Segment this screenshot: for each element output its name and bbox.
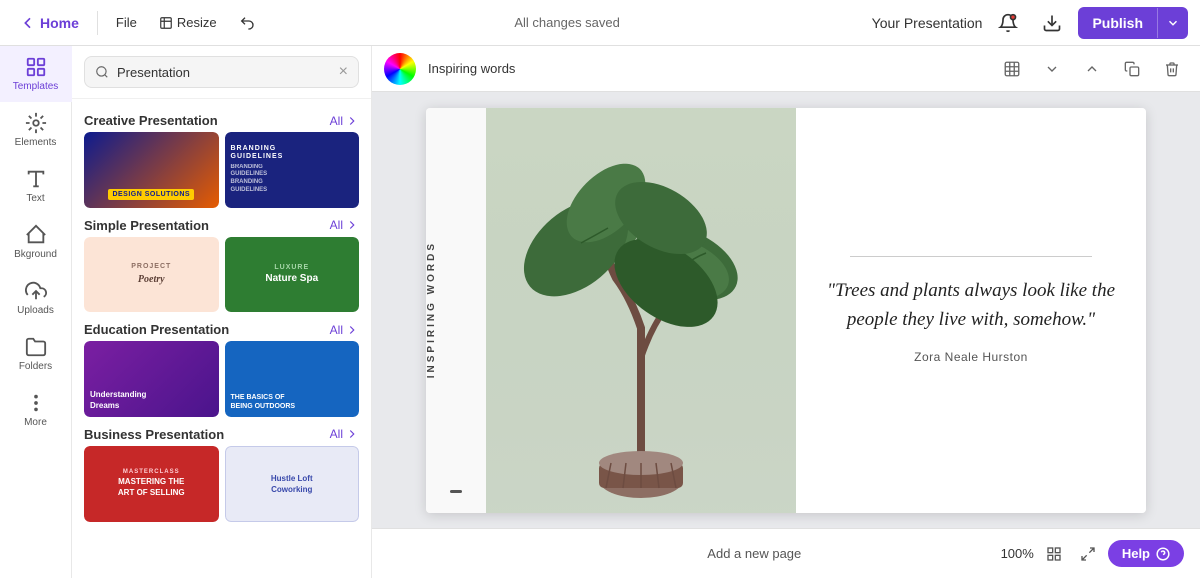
- search-bar: ×: [72, 46, 371, 99]
- search-input[interactable]: [117, 65, 331, 80]
- top-bar: Home File Resize All changes saved Your …: [0, 0, 1200, 46]
- sidebar-item-text[interactable]: Text: [0, 158, 72, 214]
- canvas-stage: Inspiring Words: [372, 92, 1200, 528]
- zoom-level: 100%: [1001, 546, 1034, 561]
- expand-button[interactable]: [1074, 540, 1102, 568]
- vertical-text: Inspiring Words: [426, 241, 437, 378]
- publish-chevron-icon[interactable]: [1157, 8, 1188, 38]
- canvas-area: Inspiring words: [372, 46, 1200, 578]
- template-grid-creative: Design Solutions BRANDINGGUIDELINES BRAN…: [72, 132, 371, 208]
- template-section-education: Education Presentation All Understanding…: [72, 316, 371, 417]
- main-content: Templates Elements Text Bkground: [0, 46, 1200, 578]
- topbar-left: Home File Resize: [12, 11, 263, 35]
- slide-author: Zora Neale Hurston: [914, 350, 1028, 364]
- section-header-business: Business Presentation All: [72, 421, 371, 446]
- templates-panel: × Creative Presentation All Design Solut…: [72, 46, 372, 578]
- section-title-education: Education Presentation: [84, 322, 229, 337]
- section-title-business: Business Presentation: [84, 427, 224, 442]
- sidebar-item-background[interactable]: Bkground: [0, 214, 72, 270]
- templates-scroll: Creative Presentation All Design Solutio…: [72, 99, 371, 578]
- delete-button[interactable]: [1156, 53, 1188, 85]
- publish-label: Publish: [1078, 7, 1157, 39]
- sidebar-item-templates[interactable]: Templates: [0, 46, 72, 102]
- bottom-bar: Add a new page 100% Help: [372, 528, 1200, 578]
- home-button[interactable]: Home: [12, 11, 87, 35]
- add-page-button[interactable]: Add a new page: [508, 546, 1001, 561]
- template-card[interactable]: Hustle LoftCoworking: [225, 446, 360, 522]
- section-all-creative[interactable]: All: [330, 114, 359, 128]
- template-section-creative: Creative Presentation All Design Solutio…: [72, 107, 371, 208]
- template-grid-simple: PROJECT Poetry Luxure Nature Spa: [72, 237, 371, 313]
- template-card[interactable]: THE BASICS OFBEING OUTDOORS: [225, 341, 360, 417]
- section-all-simple[interactable]: All: [330, 218, 359, 232]
- zoom-controls: 100% Help: [1001, 540, 1184, 568]
- help-button[interactable]: Help: [1108, 540, 1184, 567]
- canvas-toolbar: Inspiring words: [372, 46, 1200, 92]
- template-grid-education: UnderstandingDreams THE BASICS OFBEING O…: [72, 341, 371, 417]
- section-all-education[interactable]: All: [330, 323, 359, 337]
- template-card[interactable]: PROJECT Poetry: [84, 237, 219, 313]
- section-title-creative: Creative Presentation: [84, 113, 218, 128]
- search-icon: [95, 65, 109, 79]
- chevron-down-button[interactable]: [1036, 53, 1068, 85]
- topbar-divider: [97, 11, 98, 35]
- section-title-simple: Simple Presentation: [84, 218, 209, 233]
- undo-button[interactable]: [231, 11, 263, 35]
- sidebar-item-folders[interactable]: Folders: [0, 326, 72, 382]
- slide-label: Inspiring words: [428, 61, 988, 76]
- template-card[interactable]: Luxure Nature Spa: [225, 237, 360, 313]
- publish-button[interactable]: Publish: [1078, 7, 1188, 39]
- plant-illustration: [486, 108, 796, 513]
- download-button[interactable]: [1034, 5, 1070, 41]
- template-card[interactable]: MASTERCLASS MASTERING THEART OF SELLING: [84, 446, 219, 522]
- template-grid-business: MASTERCLASS MASTERING THEART OF SELLING …: [72, 446, 371, 522]
- color-swatch[interactable]: [384, 53, 416, 85]
- section-all-business[interactable]: All: [330, 427, 359, 441]
- slide-quote: "Trees and plants always look like the p…: [820, 277, 1122, 334]
- icon-sidebar: Templates Elements Text Bkground: [0, 46, 72, 578]
- slide-middle-image: [486, 108, 796, 513]
- grid-view-button[interactable]: [1040, 540, 1068, 568]
- template-card[interactable]: Design Solutions: [84, 132, 219, 208]
- presentation-title: Your Presentation: [872, 15, 983, 31]
- section-header-simple: Simple Presentation All: [72, 212, 371, 237]
- vertical-text-container: Inspiring Words: [426, 108, 437, 513]
- frame-button[interactable]: [996, 53, 1028, 85]
- template-card[interactable]: UnderstandingDreams: [84, 341, 219, 417]
- topbar-right: Publish: [990, 5, 1188, 41]
- home-label: Home: [40, 15, 79, 31]
- slide-left-bar: [450, 490, 462, 493]
- search-clear-button[interactable]: ×: [339, 63, 348, 81]
- resize-button[interactable]: Resize: [151, 11, 225, 34]
- section-header-education: Education Presentation All: [72, 316, 371, 341]
- sidebar-item-elements[interactable]: Elements: [0, 102, 72, 158]
- slide-decorative-line: [850, 256, 1092, 257]
- chevron-up-button[interactable]: [1076, 53, 1108, 85]
- template-card[interactable]: BRANDINGGUIDELINES BRANDINGGUIDELINESBRA…: [225, 132, 360, 208]
- section-header-creative: Creative Presentation All: [72, 107, 371, 132]
- template-section-business: Business Presentation All MASTERCLASS MA…: [72, 421, 371, 522]
- search-input-wrap: ×: [84, 56, 359, 88]
- file-button[interactable]: File: [108, 11, 145, 34]
- notifications-button[interactable]: [990, 5, 1026, 41]
- slide-left-strip: Inspiring Words: [426, 108, 486, 513]
- save-status: All changes saved: [271, 15, 864, 30]
- sidebar-item-uploads[interactable]: Uploads: [0, 270, 72, 326]
- slide-canvas: Inspiring Words: [426, 108, 1146, 513]
- template-section-simple: Simple Presentation All PROJECT Poetry: [72, 212, 371, 313]
- slide-right-text: "Trees and plants always look like the p…: [796, 108, 1146, 513]
- copy-button[interactable]: [1116, 53, 1148, 85]
- sidebar-item-more[interactable]: More: [0, 382, 72, 438]
